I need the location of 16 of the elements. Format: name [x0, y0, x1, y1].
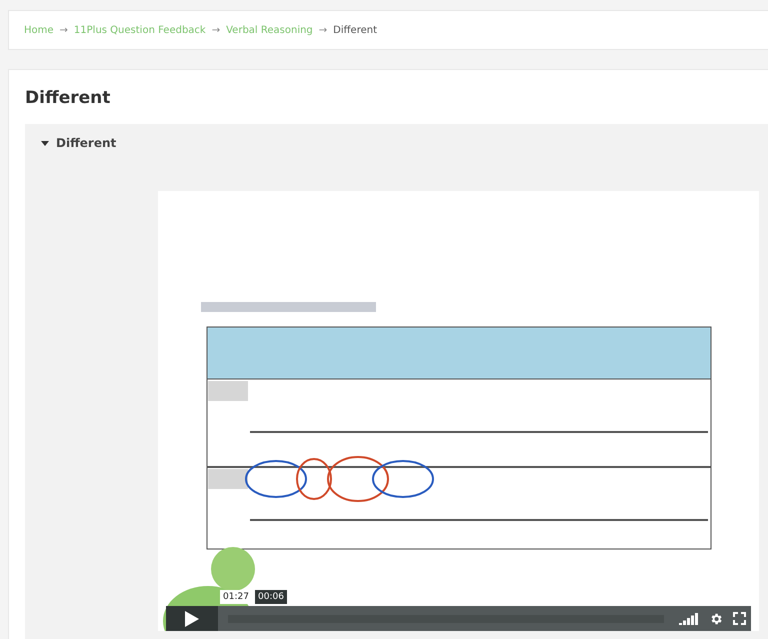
breadcrumb-link[interactable]: 11Plus Question Feedback: [74, 24, 206, 36]
volume-bars-icon: [679, 612, 699, 624]
settings-icon: [709, 612, 723, 626]
current-time: 00:06: [255, 590, 287, 604]
breadcrumb-link[interactable]: Verbal Reasoning: [226, 24, 313, 36]
play-icon: [185, 610, 199, 626]
fullscreen-icon: [733, 612, 746, 625]
separator-arrow: →: [60, 24, 68, 36]
section-toggle[interactable]: Different: [25, 136, 116, 150]
breadcrumb-link[interactable]: Home: [24, 24, 54, 36]
separator-arrow: →: [212, 24, 220, 36]
caret-icon: [41, 139, 49, 147]
separator-arrow: →: [318, 24, 328, 36]
breadcrumb-current: Different: [333, 24, 377, 36]
page-title: Different: [25, 87, 112, 110]
play-button[interactable]: [166, 606, 218, 631]
